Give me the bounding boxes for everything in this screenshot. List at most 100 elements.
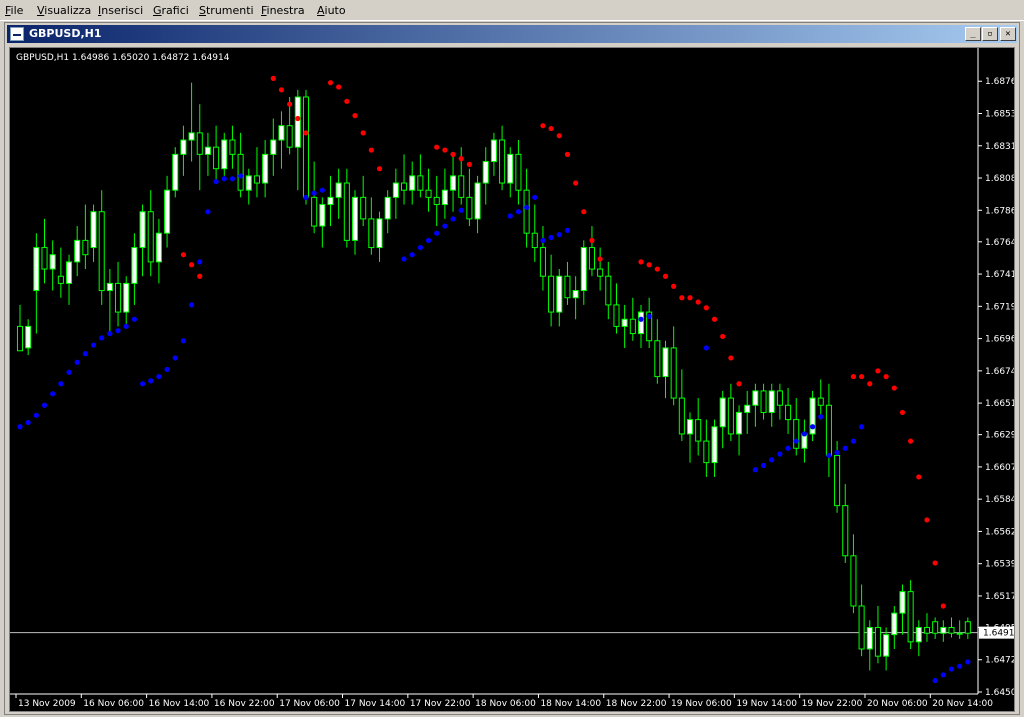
sar-dot-above [188,262,195,268]
price-axis-label: 1.66070 [985,463,1014,473]
sar-dot-below [33,412,39,418]
bear-candle [82,239,89,256]
sar-dot-below [834,449,840,456]
sar-dot-below [41,402,48,408]
time-axis-label: 19 Nov 06:00 [671,699,732,709]
window-titlebar[interactable]: GBPUSD,H1 _ ▫ ✕ [7,25,1017,43]
bull-candle [294,96,301,148]
bull-candle [956,632,963,635]
bull-candle [164,189,171,234]
bull-candle [621,318,628,327]
bear-candle [817,397,824,406]
sar-dot-above [295,115,301,122]
sar-dot-above [899,409,906,416]
menu-file[interactable]: File [5,4,23,17]
sar-dot-below [777,451,783,457]
menu-visualizza[interactable]: Visualizza [37,4,91,17]
sar-dot-above [458,156,464,162]
sar-dot-below [948,666,955,672]
menu-aiuto[interactable]: Aiuto [317,4,346,17]
bear-candle [793,419,800,449]
bear-candle [115,282,122,313]
bear-candle [343,182,350,241]
sar-dot-below [809,424,816,430]
bull-candle [25,325,32,349]
chart-area[interactable]: 1.68760 1.68535 1.68310 1.68085 1.67860 1.676… [9,47,1015,712]
sar-dot-above [646,262,652,268]
menu-inserisci[interactable]: Inserisci [98,4,143,17]
menu-grafici[interactable]: Grafici [153,4,189,17]
sar-dot-above [711,316,718,322]
sar-dot-below [801,431,808,437]
sar-dot-above [548,125,554,132]
sar-dot-above [466,161,473,167]
sar-dot-above [850,373,857,380]
bear-candle [834,454,841,507]
sar-dot-above [270,75,276,81]
bear-candle [360,196,367,220]
bear-candle [850,555,857,607]
sar-dot-below [17,424,23,430]
bear-candle [539,247,546,277]
sar-dot-above [540,123,546,129]
bear-candle [678,397,685,435]
price-axis-label: 1.65170 [985,592,1014,602]
sar-dot-below [458,207,464,213]
price-axis-label: 1.65845 [985,495,1014,505]
price-axis-label: 1.66515 [985,399,1014,409]
bull-candle [883,634,890,657]
sar-dot-above [180,252,187,258]
sar-dot-below [425,237,432,243]
bull-candle [719,397,726,428]
bull-candle [278,125,285,141]
bull-candle [270,139,277,155]
sar-dot-above [891,385,897,391]
sar-dot-below [769,457,775,463]
bull-candle [139,211,146,249]
restore-button[interactable]: ▫ [982,27,998,41]
sar-dot-above [695,299,701,305]
sar-dot-above [859,373,865,380]
sar-dot-above [376,166,383,172]
bull-candle [155,232,162,263]
bear-candle [425,189,432,198]
sar-dot-below [115,328,121,334]
bull-candle [204,146,211,155]
bear-candle [654,340,661,378]
menu-finestra[interactable]: Finestra [261,4,305,17]
price-axis-label: 1.67190 [985,302,1014,312]
sar-dot-below [303,194,309,200]
bull-candle [662,347,669,378]
bull-candle [90,211,97,249]
sar-dot-below [442,223,448,229]
sar-dot-above [352,113,358,119]
bull-candle [891,612,898,636]
bull-candle [409,175,416,191]
bull-candle [711,426,718,464]
sar-dot-below [180,338,187,344]
bear-candle [605,275,612,306]
close-button[interactable]: ✕ [1000,27,1016,41]
bear-candle [597,268,604,277]
bear-candle [703,440,710,464]
sar-dot-below [139,381,146,387]
price-chart[interactable]: 1.68760 1.68535 1.68310 1.68085 1.67860 1.676… [10,48,1014,711]
bear-candle [874,626,881,657]
sar-dot-below [66,369,72,375]
sar-dot-above [303,130,309,136]
bull-candle [866,626,873,650]
sar-dot-below [188,302,195,308]
bear-candle [466,196,473,220]
bull-candle [188,132,195,141]
bull-candle [507,153,514,184]
bear-candle [286,125,293,148]
sar-dot-above [450,151,456,157]
bear-candle [401,182,408,191]
bull-candle [450,175,457,191]
minimize-button[interactable]: _ [965,27,981,41]
sar-dot-below [148,378,154,384]
sar-dot-below [205,209,211,215]
sar-dot-below [164,366,170,373]
menu-strumenti[interactable]: Strumenti [199,4,254,17]
sar-dot-above [908,438,914,444]
